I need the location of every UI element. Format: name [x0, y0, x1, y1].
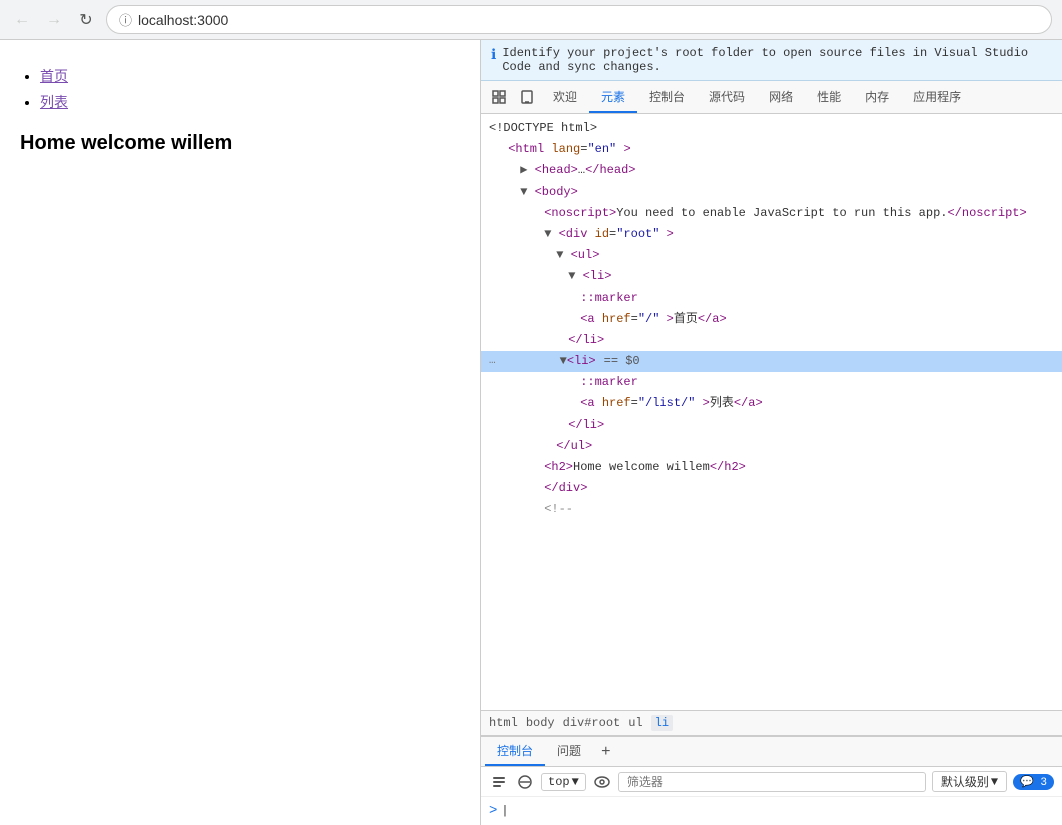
forward-button[interactable]: →: [42, 8, 66, 32]
dom-line: ::marker: [481, 372, 1062, 393]
level-dropdown[interactable]: 默认级别 ▼: [932, 771, 1007, 792]
console-tabs: 控制台 问题 +: [481, 737, 1062, 767]
breadcrumb-body[interactable]: body: [526, 716, 555, 730]
dom-line: <a href="/list/" >列表</a>: [481, 393, 1062, 414]
reload-button[interactable]: ↻: [74, 8, 98, 32]
url-input[interactable]: [138, 12, 1039, 28]
tab-network[interactable]: 网络: [757, 82, 805, 113]
dom-line-highlighted: … ▼ <li> == $0: [481, 351, 1062, 372]
inspect-icon[interactable]: [485, 81, 513, 113]
level-dropdown-arrow-icon: ▼: [991, 775, 998, 789]
dropdown-arrow-icon: ▼: [572, 775, 579, 789]
nav-link-home[interactable]: 首页: [40, 68, 68, 84]
browser-toolbar: ← → ↻ ⓘ: [0, 0, 1062, 40]
eye-icon[interactable]: [592, 772, 612, 792]
dom-line: ▼ <div id="root" >: [481, 224, 1062, 245]
dom-line: </li>: [481, 330, 1062, 351]
top-label: top: [548, 775, 570, 789]
device-icon[interactable]: [513, 81, 541, 113]
dom-line: <noscript>You need to enable JavaScript …: [481, 203, 1062, 224]
filter-input[interactable]: [618, 772, 926, 792]
dom-line: <!DOCTYPE html>: [481, 118, 1062, 139]
console-toolbar: top ▼ 默认级别 ▼ 💬 3: [481, 767, 1062, 797]
tab-welcome[interactable]: 欢迎: [541, 82, 589, 113]
page-heading: Home welcome willem: [20, 132, 460, 155]
clear-console-button[interactable]: [489, 772, 509, 792]
dom-line: </div>: [481, 478, 1062, 499]
page-content: 首页 列表 Home welcome willem: [0, 40, 480, 825]
console-tab-console[interactable]: 控制台: [485, 737, 545, 766]
breadcrumb-div-root[interactable]: div#root: [563, 716, 621, 730]
tab-elements[interactable]: 元素: [589, 82, 637, 113]
tab-performance[interactable]: 性能: [805, 82, 853, 113]
dom-line: </ul>: [481, 436, 1062, 457]
breadcrumb: html body div#root ul li: [481, 710, 1062, 736]
console-tab-issues[interactable]: 问题: [545, 737, 593, 766]
add-tab-button[interactable]: +: [593, 738, 619, 766]
dom-line: <!--: [481, 499, 1062, 520]
back-button[interactable]: ←: [10, 8, 34, 32]
console-input-area: > |: [481, 797, 1062, 825]
breadcrumb-ul[interactable]: ul: [628, 716, 642, 730]
dom-line: ▶ <head>…</head>: [481, 160, 1062, 181]
dom-line: ::marker: [481, 288, 1062, 309]
page-nav: 首页 列表: [20, 66, 460, 112]
tab-console[interactable]: 控制台: [637, 82, 697, 113]
dom-line: <html lang="en" >: [481, 139, 1062, 160]
nav-link-list[interactable]: 列表: [40, 94, 68, 110]
console-section: 控制台 问题 +: [481, 736, 1062, 825]
devtools-panel: ℹ Identify your project's root folder to…: [480, 40, 1062, 825]
message-count-number: 3: [1040, 777, 1047, 789]
console-cursor[interactable]: |: [501, 804, 508, 818]
dom-line: <a href="/" >首页</a>: [481, 309, 1062, 330]
level-label: 默认级别: [941, 773, 989, 790]
banner-info-icon: ℹ: [491, 47, 496, 64]
dom-line: ▼ <body>: [481, 182, 1062, 203]
devtools-banner: ℹ Identify your project's root folder to…: [481, 40, 1062, 81]
info-icon: ⓘ: [119, 10, 132, 29]
dom-line: </li>: [481, 415, 1062, 436]
address-bar: ⓘ: [106, 5, 1052, 34]
tab-sources[interactable]: 源代码: [697, 82, 757, 113]
message-count-badge[interactable]: 💬 3: [1013, 774, 1054, 790]
dom-line: ▼ <ul>: [481, 245, 1062, 266]
nav-list: 首页 列表: [20, 66, 460, 112]
console-prompt: >: [489, 803, 497, 819]
tab-application[interactable]: 应用程序: [901, 82, 973, 113]
no-entry-icon[interactable]: [515, 772, 535, 792]
message-count: 💬: [1020, 777, 1034, 789]
nav-item-home: 首页: [40, 66, 460, 86]
dom-tree[interactable]: <!DOCTYPE html> <html lang="en" > ▶ <hea…: [481, 114, 1062, 710]
breadcrumb-html[interactable]: html: [489, 716, 518, 730]
banner-text: Identify your project's root folder to o…: [502, 46, 1052, 74]
dom-line: ▼ <li>: [481, 266, 1062, 287]
breadcrumb-li[interactable]: li: [651, 715, 673, 731]
devtools-tabs: 欢迎 元素 控制台 源代码 网络 性能 内存 应用程序: [481, 81, 1062, 114]
nav-item-list: 列表: [40, 92, 460, 112]
tab-memory[interactable]: 内存: [853, 82, 901, 113]
context-dropdown[interactable]: top ▼: [541, 773, 586, 791]
dom-line: <h2>Home welcome willem</h2>: [481, 457, 1062, 478]
main-area: 首页 列表 Home welcome willem ℹ Identify you…: [0, 40, 1062, 825]
